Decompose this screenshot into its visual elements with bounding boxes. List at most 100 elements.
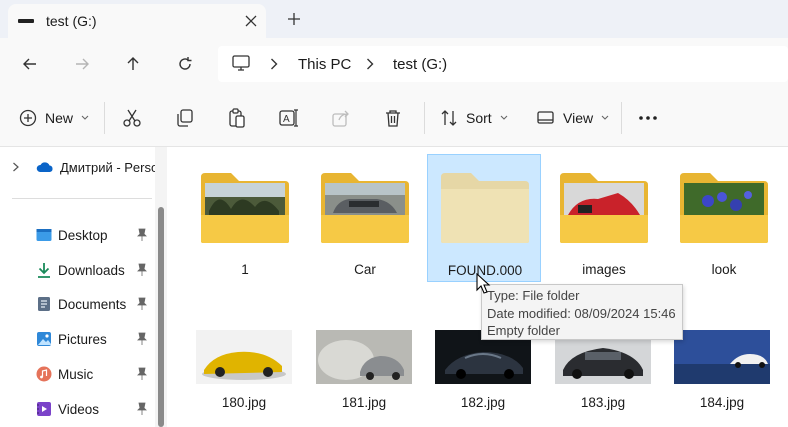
more-options-button[interactable] — [638, 100, 658, 136]
music-icon — [36, 366, 52, 382]
chevron-down-icon — [81, 115, 89, 120]
cut-icon — [123, 109, 141, 127]
image-item-180[interactable]: 180.jpg — [196, 330, 292, 410]
sidebar-scrollbar-thumb[interactable] — [158, 207, 164, 427]
svg-text:A: A — [283, 114, 290, 125]
forward-arrow-icon — [76, 58, 89, 70]
new-label: New — [45, 110, 74, 126]
sort-icon — [441, 110, 457, 126]
rename-button[interactable]: A — [279, 100, 299, 136]
sidebar-item-desktop[interactable]: Desktop — [36, 222, 108, 248]
chevron-down-icon — [500, 115, 508, 120]
sidebar-item-music[interactable]: Music — [36, 361, 93, 387]
pictures-icon — [37, 332, 51, 346]
folder-info-tooltip: Type: File folder Date modified: 08/09/2… — [481, 284, 683, 340]
toolbar-divider — [621, 102, 622, 134]
folder-icon — [441, 173, 529, 243]
desktop-icon — [36, 229, 52, 241]
up-arrow-icon — [127, 57, 139, 70]
folder-icon — [680, 173, 768, 243]
rename-icon: A — [279, 109, 298, 127]
navigation-bar: This PC test (G:) — [0, 38, 788, 90]
sidebar-item-label: Videos — [58, 401, 100, 417]
toolbar-divider — [104, 102, 105, 134]
new-tab-button[interactable] — [283, 8, 305, 30]
paste-icon — [229, 108, 245, 128]
trash-icon — [386, 110, 400, 127]
image-label: 180.jpg — [221, 395, 267, 410]
folder-item-images[interactable]: images — [547, 155, 661, 283]
delete-button[interactable] — [383, 100, 403, 136]
refresh-button[interactable] — [172, 51, 198, 77]
videos-icon — [37, 402, 51, 416]
up-button[interactable] — [120, 51, 146, 77]
new-button[interactable]: New — [19, 100, 89, 136]
chevron-right-icon[interactable] — [270, 57, 278, 75]
share-icon — [332, 110, 349, 127]
folder-label: Car — [354, 262, 376, 277]
view-button[interactable]: View — [537, 100, 609, 136]
folder-item-1[interactable]: 1 — [188, 155, 302, 283]
refresh-icon — [179, 57, 192, 70]
folder-icon — [321, 173, 409, 243]
tooltip-type: Type: File folder — [487, 288, 580, 303]
copy-button[interactable] — [175, 100, 195, 136]
folder-item-car[interactable]: Car — [308, 155, 422, 283]
onedrive-cloud-icon — [36, 162, 53, 172]
pin-icon — [137, 367, 147, 380]
navigation-pane: Дмитрий - Perso Desktop Downloads Docume… — [0, 147, 170, 427]
computer-icon — [232, 55, 250, 77]
paste-button[interactable] — [227, 100, 247, 136]
sidebar-item-onedrive[interactable]: Дмитрий - Perso — [12, 157, 158, 177]
back-button[interactable] — [17, 51, 43, 77]
folder-label: 1 — [241, 262, 249, 277]
sidebar-item-videos[interactable]: Videos — [36, 396, 99, 422]
chevron-right-icon[interactable] — [366, 57, 374, 75]
close-tab-icon[interactable] — [240, 10, 262, 32]
sidebar-item-label: Pictures — [58, 331, 107, 347]
breadcrumb-this-pc[interactable]: This PC — [298, 56, 351, 73]
sidebar-item-downloads[interactable]: Downloads — [36, 257, 125, 283]
sort-button[interactable]: Sort — [440, 100, 508, 136]
chevron-right-icon — [13, 162, 19, 172]
image-item-184[interactable]: 184.jpg — [674, 330, 770, 410]
image-item-183[interactable]: 183.jpg — [555, 330, 651, 410]
onedrive-label: Дмитрий - Perso — [60, 159, 159, 175]
tab-test-g[interactable]: test (G:) — [8, 4, 266, 38]
chevron-down-icon — [601, 115, 609, 120]
downloads-icon — [38, 263, 50, 278]
sort-label: Sort — [466, 110, 492, 126]
breadcrumb-test-g[interactable]: test (G:) — [393, 56, 447, 73]
image-thumbnail — [196, 330, 292, 384]
documents-icon — [38, 297, 50, 311]
command-bar: New A Sort View — [0, 90, 788, 147]
tooltip-date-modified: Date modified: 08/09/2024 15:46 — [487, 305, 676, 321]
folder-item-look[interactable]: look — [667, 155, 781, 283]
cut-button[interactable] — [122, 100, 142, 136]
address-bar[interactable]: This PC test (G:) — [218, 46, 788, 82]
image-label: 184.jpg — [699, 395, 745, 410]
folder-icon — [560, 173, 648, 243]
drive-icon — [18, 19, 34, 23]
toolbar-divider — [424, 102, 425, 134]
forward-button[interactable] — [69, 51, 95, 77]
pin-icon — [137, 402, 147, 415]
sidebar-divider — [12, 198, 152, 199]
image-item-182[interactable]: 182.jpg — [435, 330, 531, 410]
folder-icon — [201, 173, 289, 243]
view-label: View — [563, 110, 594, 126]
image-label: 183.jpg — [580, 395, 626, 410]
pin-icon — [137, 332, 147, 345]
image-item-181[interactable]: 181.jpg — [316, 330, 412, 410]
mouse-pointer-icon — [476, 273, 491, 294]
tab-bar: test (G:) — [0, 0, 788, 38]
pin-icon — [137, 228, 147, 241]
share-button[interactable] — [331, 100, 351, 136]
sidebar-item-pictures[interactable]: Pictures — [36, 326, 107, 352]
pin-icon — [137, 263, 147, 276]
sidebar-item-documents[interactable]: Documents — [36, 291, 126, 317]
folder-label: images — [582, 262, 626, 277]
sidebar-item-label: Music — [58, 366, 94, 382]
folder-item-found-000[interactable]: FOUND.000 — [427, 154, 541, 282]
folder-label: look — [711, 262, 737, 277]
